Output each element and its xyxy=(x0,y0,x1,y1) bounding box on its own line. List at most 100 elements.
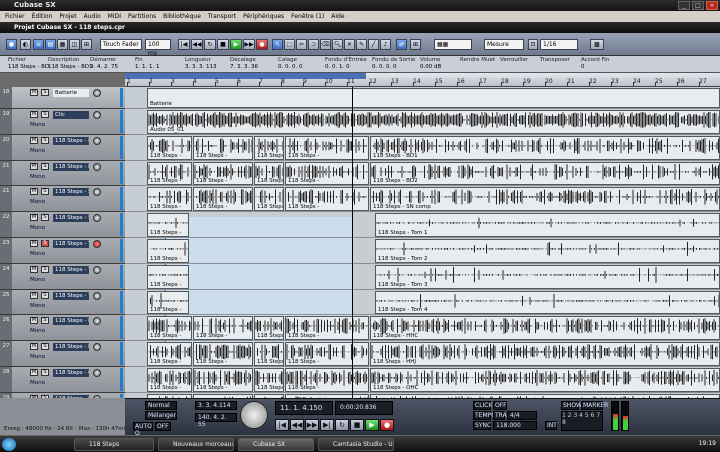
solo-button[interactable]: S xyxy=(41,291,49,299)
audio-event[interactable]: 118 Steps - xyxy=(193,187,253,212)
snap-type-select[interactable]: ▦▦ xyxy=(434,39,472,50)
activate-project-button[interactable]: ● xyxy=(6,39,17,50)
folder-track[interactable]: 18 M S Batterie xyxy=(0,87,125,109)
go-to-start-button[interactable]: |◀ xyxy=(178,39,190,50)
audio-track[interactable]: 23 MS 118 Steps - Tom Mono xyxy=(0,238,125,264)
audio-event[interactable]: 118 Steps - BD1 xyxy=(370,135,720,160)
snap-button[interactable]: ⊞ xyxy=(410,39,421,50)
taskbar-item-camtasia[interactable]: Camtasia Studio - Untit... xyxy=(318,438,394,451)
menu-midi[interactable]: MIDI xyxy=(108,13,121,20)
audio-track[interactable]: 28 MS 118 Steps - OH Mono xyxy=(0,367,125,393)
timeline-ruler[interactable]: 1 2 3 4 5 6 7 8 9 10 11 12 13 14 15 16 17 18 19 20 21 22 23 24 2… xyxy=(125,73,720,87)
solo-button[interactable]: S xyxy=(41,111,49,118)
track-name[interactable]: 118 Steps - Tom xyxy=(53,240,89,248)
start-button[interactable] xyxy=(2,438,16,451)
jog-wheel[interactable] xyxy=(240,401,268,429)
preroll-select[interactable]: 100 ms xyxy=(145,39,171,57)
audio-event[interactable]: 118 Steps - xyxy=(193,161,253,186)
marker-buttons[interactable]: 1 2 3 4 5 6 7 8 xyxy=(561,411,603,431)
maximize-button[interactable]: □ xyxy=(692,1,704,10)
audio-event[interactable]: 118 Steps - xyxy=(254,187,284,212)
audio-event[interactable]: 118 Steps - xyxy=(147,187,192,212)
audio-event[interactable]: Batterie xyxy=(147,88,720,108)
track-name[interactable]: 118 Steps - Tom xyxy=(53,265,89,274)
audio-event[interactable]: 118 Steps - xyxy=(254,135,284,160)
track-name[interactable]: 118 Steps - SN xyxy=(53,214,89,223)
audio-event[interactable]: 118 Steps - xyxy=(147,290,189,315)
cycle-record-mode-select[interactable]: Mélanger xyxy=(145,411,177,420)
play-button[interactable]: ▶ xyxy=(230,39,242,50)
mute-button[interactable]: M xyxy=(30,214,38,222)
audio-track[interactable]: 22 MS 118 Steps - SN Mono xyxy=(0,212,125,238)
mute-button[interactable]: M xyxy=(30,188,38,196)
audio-event[interactable]: 118 Steps - xyxy=(254,342,284,366)
info-value-description[interactable]: 118 Steps - BD1 xyxy=(48,64,93,70)
solo-button[interactable]: S xyxy=(41,89,49,96)
audio-event[interactable]: 118 Steps - Tom 3 xyxy=(375,264,720,289)
audio-event[interactable]: 118 Steps - OHC xyxy=(370,368,720,392)
solo-button[interactable]: S xyxy=(41,214,49,222)
mute-button[interactable]: M xyxy=(30,265,38,273)
audio-event[interactable]: 118 Steps - xyxy=(285,135,369,160)
project-cursor[interactable] xyxy=(352,87,353,398)
menu-audio[interactable]: Audio xyxy=(84,13,101,20)
taskbar-item-cubase[interactable]: Cubase SX xyxy=(238,438,314,451)
grid-type-select[interactable]: Mesure xyxy=(484,39,524,50)
signature-display[interactable]: 4/4 xyxy=(507,411,537,420)
menu-projet[interactable]: Projet xyxy=(59,13,76,20)
mixer-icon[interactable]: ⊞ xyxy=(81,39,92,50)
info-value-start[interactable]: 9. 4. 2. 75 xyxy=(90,64,118,70)
info-value-length[interactable]: 3. 3. 3. 113 xyxy=(185,64,217,70)
track-name[interactable]: Batterie xyxy=(53,89,89,97)
transport-end-button[interactable]: ▶| xyxy=(320,419,334,431)
stop-button[interactable]: ■ xyxy=(217,39,229,50)
info-value-end[interactable]: 1. 1. 1. 1 xyxy=(135,64,160,70)
transport-record-button[interactable]: ● xyxy=(380,419,394,431)
audio-track[interactable]: 24 MS 118 Steps - Tom Mono xyxy=(0,263,125,290)
record-enable-button[interactable] xyxy=(93,343,101,352)
minimize-button[interactable]: _ xyxy=(678,1,690,10)
mute-button[interactable]: M xyxy=(30,343,38,351)
solo-button[interactable]: S xyxy=(41,317,49,325)
record-enable-button[interactable] xyxy=(93,136,101,145)
record-enable-button[interactable] xyxy=(93,188,101,197)
audio-event[interactable]: 118 Steps - xyxy=(193,342,253,366)
sync-label[interactable]: SYNC xyxy=(473,421,491,430)
audio-event[interactable]: Audio 05_01 xyxy=(147,110,720,134)
menu-fichier[interactable]: Fichier xyxy=(5,13,25,20)
record-enable-button[interactable] xyxy=(93,369,101,377)
audio-event[interactable]: 118 Steps - xyxy=(285,187,369,212)
mute-button[interactable]: M xyxy=(30,317,38,325)
audio-event[interactable]: 118 Steps - xyxy=(193,135,253,160)
audio-event[interactable]: 118 Steps - xyxy=(147,342,192,366)
automation-mode-select[interactable]: Touch Fader xyxy=(100,39,142,50)
record-enable-button[interactable] xyxy=(93,89,101,97)
audio-event[interactable]: 118 Steps - xyxy=(193,316,253,341)
track-name[interactable]: 118 Steps - BD xyxy=(53,162,89,171)
show-inspector-button[interactable]: ▦ xyxy=(57,39,68,50)
transport-play-button[interactable]: ▶ xyxy=(365,419,379,431)
transport-cycle-button[interactable]: ↻ xyxy=(335,419,349,431)
mute-button[interactable]: M xyxy=(30,162,38,170)
menu-transport[interactable]: Transport xyxy=(208,13,236,20)
track-name[interactable]: 118 Steps - SN xyxy=(53,188,89,197)
info-value-file[interactable]: 118 Steps - BD xyxy=(8,64,49,70)
solo-button[interactable]: S xyxy=(41,240,49,247)
audio-event[interactable]: 118 Steps - xyxy=(147,213,189,237)
menu-partitions[interactable]: Partitions xyxy=(128,13,156,20)
audio-event[interactable]: 118 Steps - BD2 xyxy=(370,161,720,186)
menu-aide[interactable]: Aide xyxy=(331,13,344,20)
solo-button[interactable]: S xyxy=(41,265,49,273)
menu-bibliotheque[interactable]: Bibliothèque xyxy=(163,13,201,20)
audio-event[interactable]: 118 Steps - xyxy=(254,368,284,392)
event-display[interactable]: Batterie Audio 05_01 118 Steps - 118 Steps … xyxy=(125,87,720,398)
transport-forward-button[interactable]: ▶▶ xyxy=(305,419,319,431)
info-value-fade-out[interactable]: 0. 0. 0. 0 xyxy=(372,64,397,70)
mute-button[interactable]: M xyxy=(30,369,38,376)
audio-track[interactable]: 20 MS 118 Steps - BD Mono xyxy=(0,134,125,161)
audio-track[interactable]: 27 MS 118 Steps - HH Mono xyxy=(0,341,125,367)
menu-fenetre[interactable]: Fenêtre (1) xyxy=(291,13,324,20)
play-tool-icon[interactable]: ♪ xyxy=(380,39,391,50)
mute-button[interactable]: M xyxy=(30,89,38,96)
track-name[interactable]: Clic xyxy=(53,111,89,119)
